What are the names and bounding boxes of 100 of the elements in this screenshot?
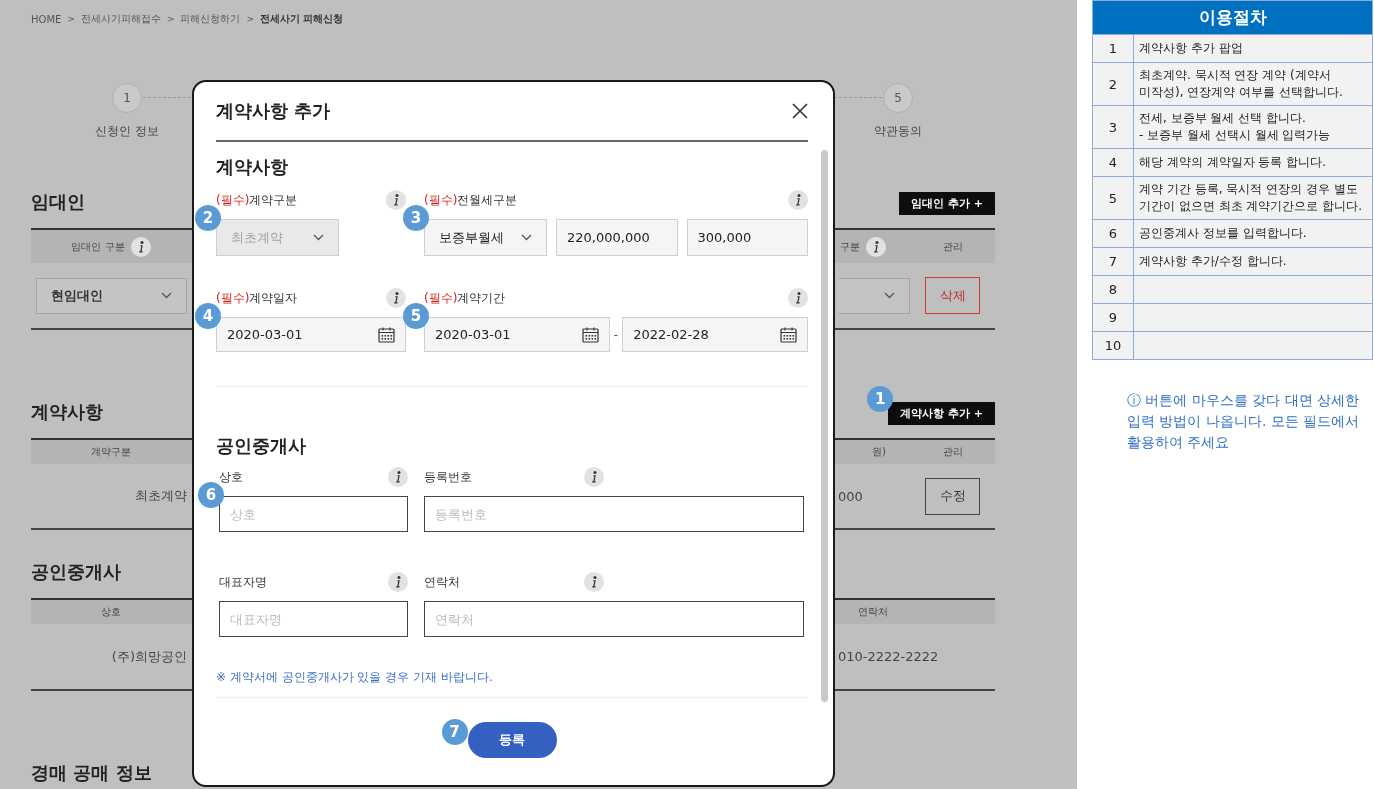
step-label: 약관동의 (874, 123, 922, 140)
table-cell: 010-2222-2222 (838, 649, 939, 664)
info-icon[interactable] (388, 467, 408, 487)
chevron-down-icon (884, 292, 895, 299)
field-label: 연락처 (424, 573, 460, 591)
table-cell: 전세, 보증부 월세 선택 합니다. - 보증부 월세 선택시 월세 입력가능 (1133, 105, 1373, 149)
step-number: 3 (1092, 105, 1134, 149)
scrollbar[interactable] (821, 150, 828, 702)
chevron-down-icon (521, 234, 532, 241)
step-number: 2 (1092, 62, 1134, 106)
calendar-icon[interactable] (581, 326, 599, 343)
table-cell: 계약 기간 등록, 묵시적 연장의 경우 별도 기간이 없으면 최초 계약기간으로 합니다. (1133, 176, 1373, 220)
step-circle: 5 (883, 83, 913, 113)
info-icon[interactable] (866, 236, 886, 257)
input-field[interactable]: 300,000 (686, 219, 808, 256)
input-field[interactable]: 등록번호 (424, 496, 804, 532)
number-badge: 7 (441, 719, 468, 745)
help-note: ⓘ 버튼에 마우스를 갖다 대면 상세한 입력 방법이 나옵니다. 모든 필드에서 활용하여 주세요 (1127, 391, 1361, 452)
field-label: 계약기간 (457, 290, 506, 305)
close-icon[interactable] (792, 103, 808, 119)
step-number: 8 (1092, 275, 1134, 304)
help-note: ※ 계약서에 공인중개사가 있을 경우 기재 바랍니다. (216, 669, 494, 686)
field-label: 계약일자 (249, 290, 298, 305)
field-label: 계약구분 (249, 192, 298, 207)
input-field[interactable]: 대표자명 (219, 601, 408, 637)
section-title: 경매 공매 정보 (31, 761, 152, 785)
info-icon[interactable] (788, 288, 808, 308)
number-badge: 4 (195, 303, 221, 329)
step-number: 4 (1092, 148, 1134, 177)
table-cell: 계약사항 추가 팝업 (1133, 34, 1373, 63)
table-cell: 000 (838, 488, 863, 504)
field-label: 전월세구분 (457, 192, 518, 207)
column-header: 상호 (101, 605, 121, 619)
calendar-icon[interactable] (780, 326, 797, 343)
step-number: 1 (1092, 34, 1134, 63)
table-title: 이용절차 (1092, 0, 1373, 35)
date-field[interactable]: 2022-02-28 (622, 317, 808, 352)
dialog-title: 계약사항 추가 (216, 99, 331, 123)
input-field[interactable]: 연락처 (424, 601, 804, 637)
info-icon[interactable] (388, 572, 408, 592)
breadcrumb-separator: > (67, 14, 75, 24)
required-mark: (필수) (424, 192, 458, 207)
section-title: 임대인 (31, 190, 85, 214)
step-number: 9 (1092, 303, 1134, 332)
number-badge: 2 (195, 205, 221, 231)
info-icon[interactable] (584, 572, 604, 592)
step-number: 7 (1092, 247, 1134, 276)
table-cell: 공인중계사 정보를 입력합니다. (1133, 219, 1373, 248)
date-field[interactable]: 2020-03-01 (424, 317, 610, 352)
breadcrumb-link[interactable]: 피해신청하기 (180, 12, 241, 26)
date-field[interactable]: 2020-03-01 (216, 317, 406, 352)
step-number: 10 (1092, 331, 1134, 360)
column-header: 연락처 (858, 605, 888, 619)
column-header: 관리 (942, 239, 963, 254)
section-title: 공인중개사 (31, 560, 121, 584)
input-field[interactable]: 220,000,000 (556, 219, 678, 256)
step-circle: 1 (112, 83, 142, 113)
breadcrumb-link[interactable]: HOME (31, 13, 62, 25)
add-button[interactable]: 임대인 추가 + (899, 191, 995, 215)
breadcrumb-current: 전세사기 피해신청 (260, 12, 344, 26)
number-badge: 6 (198, 482, 224, 508)
info-icon[interactable] (386, 288, 406, 308)
step-number: 6 (1092, 219, 1134, 248)
required-mark: (필수) (216, 290, 250, 305)
required-mark: (필수) (216, 192, 250, 207)
add-button[interactable]: 계약사항 추가 + (888, 401, 995, 425)
column-header: 원) (872, 445, 886, 459)
calendar-icon[interactable] (378, 326, 395, 343)
table-cell: (주)희망공인 (111, 647, 187, 666)
edit-button[interactable]: 수정 (925, 477, 980, 515)
range-separator: - (613, 327, 619, 342)
section-title: 계약사항 (216, 155, 289, 179)
info-icon[interactable] (386, 190, 406, 210)
step-number: 5 (1092, 176, 1134, 220)
table-cell: 최초계약 (135, 487, 187, 505)
column-header: 계약구분 (91, 445, 131, 459)
number-badge: 5 (403, 303, 429, 329)
required-mark: (필수) (424, 290, 458, 305)
info-icon[interactable] (788, 190, 808, 210)
register-button[interactable]: 등록 (467, 722, 557, 758)
table-cell: 계약사항 추가/수정 합니다. (1133, 247, 1373, 276)
breadcrumb-separator: > (166, 14, 175, 24)
select-field[interactable]: 보증부월세 (424, 219, 547, 256)
number-badge: 3 (403, 205, 429, 231)
field-label: 대표자명 (219, 573, 267, 591)
column-header: 임대인 구분 (71, 239, 125, 254)
table-cell: 최초계약. 묵시적 연장 계약 (계약서 미작성), 연장계약 여부를 선택합니다. (1133, 62, 1373, 106)
input-field[interactable]: 상호 (219, 496, 408, 532)
select-field[interactable]: 현임대인 (36, 277, 187, 314)
select-field[interactable] (838, 277, 910, 314)
info-icon[interactable] (130, 236, 151, 257)
chevron-down-icon (313, 234, 324, 241)
section-title: 공인중개사 (216, 434, 307, 458)
column-header: 구분 (840, 239, 860, 254)
table-cell: 해당 계약의 계약일자 등록 합니다. (1133, 148, 1373, 177)
column-header: 관리 (942, 445, 963, 459)
section-title: 계약사항 (31, 400, 103, 424)
chevron-down-icon (161, 292, 172, 299)
breadcrumb-link[interactable]: 전세사기피해접수 (80, 12, 161, 26)
info-icon[interactable] (584, 467, 604, 487)
